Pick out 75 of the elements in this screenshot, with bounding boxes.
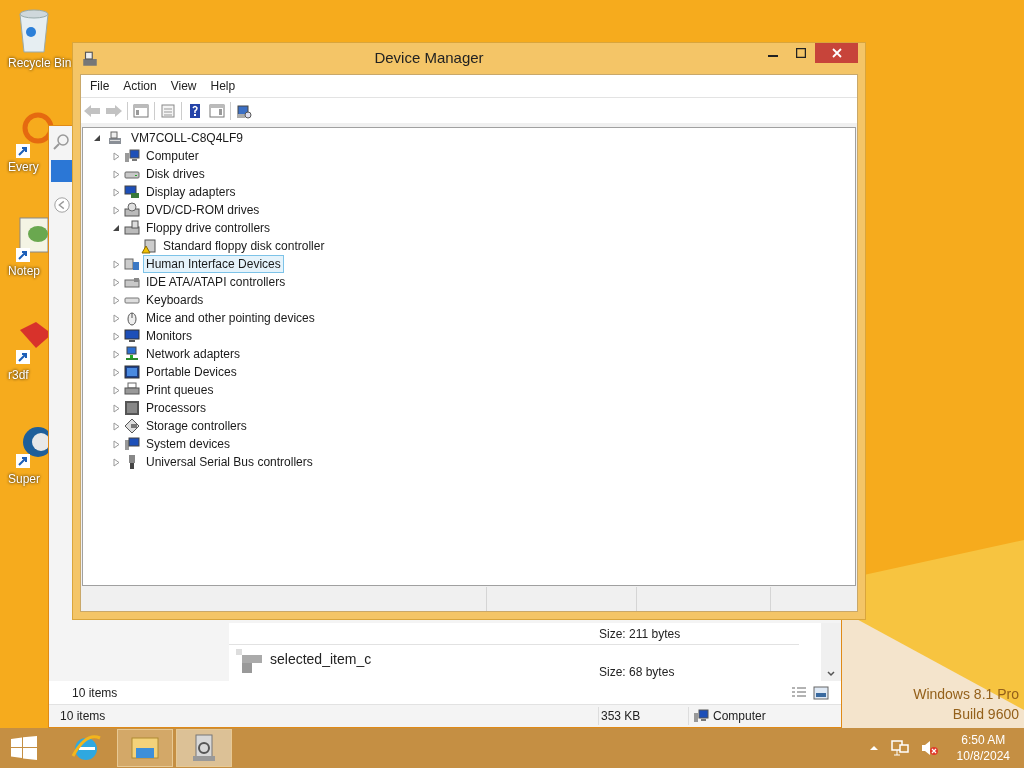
- display-adapter-icon: [124, 184, 140, 200]
- tree-item[interactable]: Standard floppy disk controller: [160, 237, 328, 255]
- properties-icon[interactable]: [159, 102, 177, 119]
- maximize-icon: [796, 48, 806, 58]
- back-icon[interactable]: [53, 196, 71, 214]
- network-icon[interactable]: [890, 740, 909, 756]
- window-title: Device Manager: [373, 48, 485, 69]
- file-size: Size: 211 bytes: [599, 625, 681, 643]
- tree-item[interactable]: Print queues: [143, 381, 217, 399]
- watermark-text: Build 9600: [952, 705, 1019, 724]
- taskbar-button[interactable]: [117, 729, 173, 767]
- network-adapter-icon: [124, 346, 140, 362]
- status-text: 353 KB: [598, 707, 688, 725]
- tree-item[interactable]: Mice and other pointing devices: [143, 309, 318, 327]
- mouse-icon: [124, 310, 140, 326]
- portable-device-icon: [124, 364, 140, 380]
- file-icon: [236, 649, 262, 675]
- chevron-down-icon[interactable]: [827, 671, 835, 677]
- console-tree-icon[interactable]: [132, 102, 150, 119]
- scan-hardware-icon[interactable]: [235, 102, 253, 119]
- file-name[interactable]: selected_item_c: [270, 649, 372, 670]
- tree-item[interactable]: Computer: [143, 147, 202, 165]
- tree-item[interactable]: IDE ATA/ATAPI controllers: [143, 273, 289, 291]
- tree-item[interactable]: Processors: [143, 399, 210, 417]
- computer-icon: [124, 148, 140, 164]
- input-device-icon: [124, 256, 140, 272]
- close-button[interactable]: [815, 43, 858, 63]
- watermark-text: Windows 8.1 Pro: [913, 685, 1019, 704]
- optical-drive-icon: [124, 202, 140, 218]
- details-view-icon[interactable]: [791, 685, 807, 700]
- printer-icon: [124, 382, 140, 398]
- tree-item[interactable]: System devices: [143, 435, 234, 453]
- app-icon: [81, 49, 99, 68]
- tree-item[interactable]: Storage controllers: [143, 417, 250, 435]
- storage-controller-icon: [124, 418, 140, 434]
- menu-item[interactable]: Help: [203, 77, 243, 95]
- warning-icon: [141, 238, 157, 254]
- chevron-up-icon[interactable]: [868, 745, 879, 751]
- taskbar-button[interactable]: [176, 729, 232, 767]
- search-icon[interactable]: [51, 132, 71, 152]
- status-text: Computer: [713, 708, 766, 725]
- back-icon[interactable]: [83, 102, 101, 119]
- thumbnail-view-icon[interactable]: [813, 685, 829, 700]
- tree-item[interactable]: Monitors: [143, 327, 195, 345]
- computer-icon: [693, 708, 709, 724]
- tree-item[interactable]: Universal Serial Bus controllers: [143, 453, 316, 471]
- expander-icon[interactable]: [93, 133, 102, 143]
- monitor-icon: [124, 328, 140, 344]
- item-count: 10 items: [72, 684, 119, 702]
- tree-item[interactable]: Floppy drive controllers: [143, 219, 274, 237]
- expander-icon[interactable]: [112, 223, 121, 233]
- tree-item[interactable]: Disk drives: [143, 165, 208, 183]
- menu-item[interactable]: Action: [116, 77, 164, 95]
- tree-item[interactable]: Keyboards: [143, 291, 207, 309]
- file-size: Size: 68 bytes: [599, 664, 675, 681]
- speaker-icon[interactable]: [920, 740, 939, 756]
- tree-item[interactable]: DVD/CD-ROM drives: [143, 201, 263, 219]
- windows-logo-icon: [11, 736, 37, 760]
- forward-icon[interactable]: [105, 102, 123, 119]
- close-icon: [831, 48, 842, 58]
- tree-item[interactable]: Human Interface Devices: [143, 255, 284, 273]
- computer-icon: [124, 436, 140, 452]
- tree-item[interactable]: VM7COLL-C8Q4LF9: [128, 129, 247, 147]
- computer-icon: [107, 130, 123, 146]
- menu-item[interactable]: File: [83, 77, 117, 95]
- scrollbar[interactable]: [821, 623, 841, 681]
- tree-item[interactable]: Display adapters: [143, 183, 239, 201]
- tree-item[interactable]: Portable Devices: [143, 363, 240, 381]
- processor-icon: [124, 400, 140, 416]
- menu-item[interactable]: View: [163, 77, 204, 95]
- floppy-drive-icon: [124, 220, 140, 236]
- tree-item[interactable]: Network adapters: [143, 345, 244, 363]
- minimize-icon: [768, 55, 778, 57]
- selection-highlight: [51, 160, 75, 182]
- status-text: 10 items: [59, 708, 107, 725]
